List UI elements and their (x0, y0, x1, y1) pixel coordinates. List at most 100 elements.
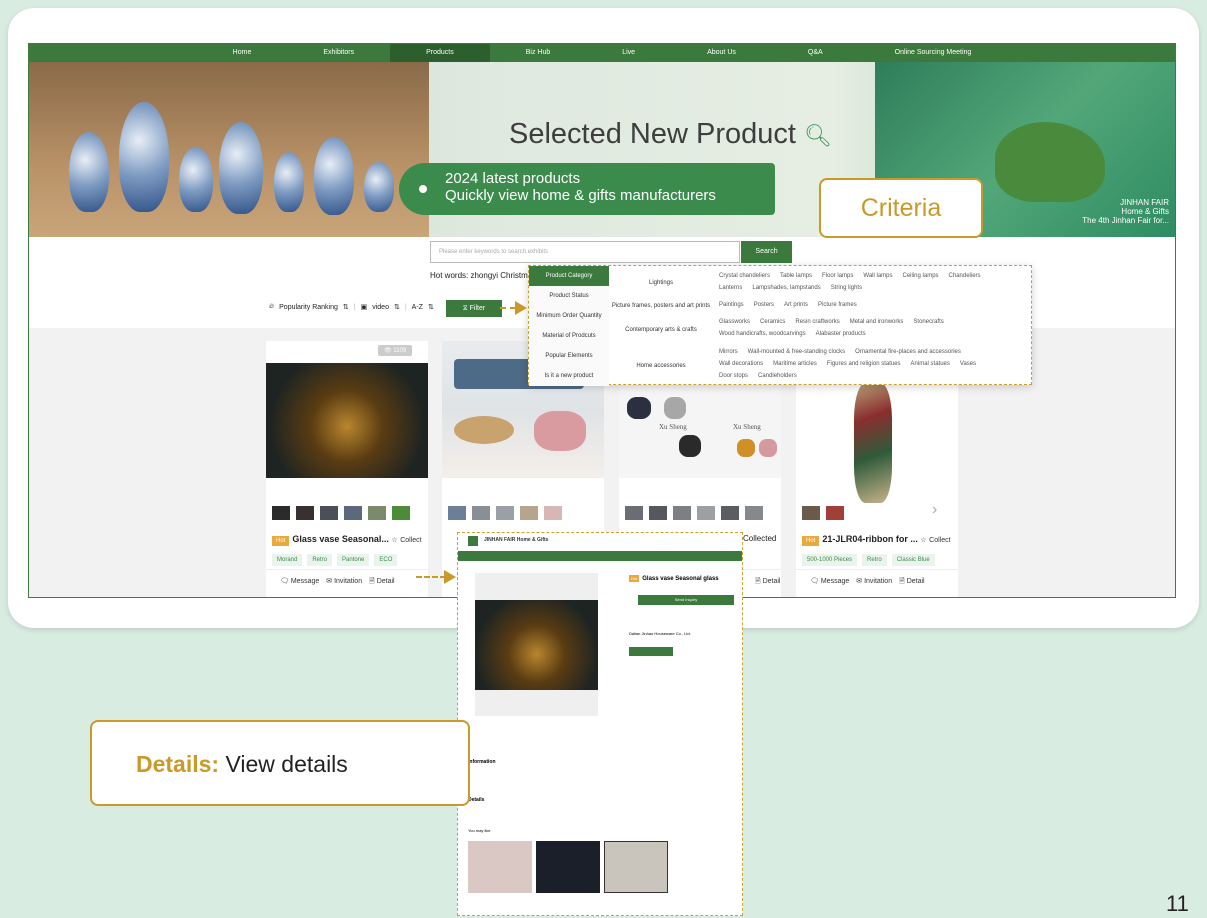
filter-option[interactable]: Alabaster products (816, 331, 866, 337)
chevron-right-icon[interactable]: › (932, 501, 937, 519)
filter-option[interactable]: Lampshades, lampstands (752, 285, 820, 291)
nav-products[interactable]: Products (390, 44, 490, 62)
detail-button[interactable]: 🗎︎ Detail (899, 577, 925, 593)
nav-live[interactable]: Live (586, 44, 671, 62)
collected-label[interactable]: Collected (743, 534, 776, 543)
filter-option[interactable]: Ceiling lamps (903, 273, 939, 279)
sort-video[interactable]: video (372, 304, 389, 311)
tag[interactable]: Classic Blue (891, 554, 935, 566)
tag[interactable]: Morand (272, 554, 303, 566)
recommend-card[interactable] (604, 841, 668, 893)
filter-option[interactable]: Glassworks (719, 319, 750, 325)
nav-exhibitors[interactable]: Exhibitors (287, 44, 390, 62)
thumbnail[interactable] (392, 506, 410, 520)
nav-about-us[interactable]: About Us (671, 44, 772, 62)
filter-option[interactable]: Lanterns (719, 285, 742, 291)
sort-az[interactable]: A-Z (412, 304, 423, 311)
detail-main-image[interactable] (475, 573, 598, 716)
send-inquiry-button[interactable]: Send Inquiry (638, 595, 734, 605)
nav-online-sourcing[interactable]: Online Sourcing Meeting (859, 44, 1008, 62)
thumbnail[interactable] (520, 506, 538, 520)
detail-company[interactable]: Dalian Jinhao Houseware Co., Ltd. (629, 631, 691, 636)
thumbnail[interactable] (472, 506, 490, 520)
filter-option[interactable]: Resin craftworks (795, 319, 839, 325)
product-title[interactable]: Hot 21-JLR04-ribbon for ... ☆ Collect (802, 534, 951, 546)
filter-option[interactable]: Figures and religion statues (827, 361, 901, 367)
thumbnail[interactable] (344, 506, 362, 520)
filter-min-order-quantity[interactable]: Minimum Order Quantity (529, 306, 609, 326)
invitation-button[interactable]: ✉ Invitation (856, 577, 892, 593)
filter-option[interactable]: Candleholders (758, 373, 797, 379)
filter-option[interactable]: Wall lamps (863, 273, 892, 279)
filter-option[interactable]: String lights (831, 285, 862, 291)
thumbnail[interactable] (496, 506, 514, 520)
filter-option[interactable]: Paintings (719, 302, 744, 308)
subcategory-lightings[interactable]: Lightings (609, 280, 713, 286)
thumbnail[interactable] (721, 506, 739, 520)
filter-option[interactable]: Chandeliers (949, 273, 981, 279)
filter-new-product[interactable]: Is it a new product (529, 366, 609, 386)
hot-words-list[interactable]: zhongyi Christm (470, 271, 527, 280)
recommend-card[interactable] (536, 841, 600, 893)
thumbnail[interactable] (697, 506, 715, 520)
nav-biz-hub[interactable]: Biz Hub (490, 44, 587, 62)
filter-option[interactable]: Stonecrafts (913, 319, 943, 325)
star-icon[interactable]: ☆ (920, 537, 926, 544)
thumbnail[interactable] (296, 506, 314, 520)
thumbnail[interactable] (368, 506, 386, 520)
collect-button[interactable]: Collect (929, 537, 950, 544)
thumbnail[interactable] (826, 506, 844, 520)
thumbnail[interactable] (802, 506, 820, 520)
message-button[interactable]: 🗨︎ Message (810, 577, 849, 593)
filter-option[interactable]: Wood handicrafts, woodcarvings (719, 331, 806, 337)
product-card[interactable]: 👁︎ 1109 Hot Glass vase Seasonal... ☆ Coll… (266, 341, 428, 597)
nav-qa[interactable]: Q&A (772, 44, 859, 62)
filter-button[interactable]: ⧖ Filter (446, 300, 502, 317)
tag[interactable]: Retro (307, 554, 333, 566)
subcategory-picture-frames[interactable]: Picture frames, posters and art prints (609, 303, 713, 309)
nav-home[interactable]: Home (197, 44, 288, 62)
filter-product-category[interactable]: Product Category (529, 266, 609, 286)
thumbnail[interactable] (544, 506, 562, 520)
filter-option[interactable]: Crystal chandeliers (719, 273, 770, 279)
filter-option[interactable]: Mirrors (719, 349, 738, 355)
filter-option[interactable]: Ornamental fire-places and accessories (855, 349, 961, 355)
product-image[interactable] (796, 383, 958, 506)
filter-option[interactable]: Picture frames (818, 302, 857, 308)
filter-material[interactable]: Material of Prodcuts (529, 326, 609, 346)
tag[interactable]: 500-1000 Pieces (802, 554, 858, 566)
filter-option[interactable]: Wall-mounted & free-standing clocks (748, 349, 846, 355)
filter-option[interactable]: Posters (754, 302, 774, 308)
product-image[interactable] (266, 363, 428, 478)
filter-option[interactable]: Door stops (719, 373, 748, 379)
search-input[interactable]: Please enter keywords to search exhibits (430, 241, 740, 263)
filter-product-status[interactable]: Product Status (529, 286, 609, 306)
detail-button[interactable]: 🗎︎ Detail (369, 577, 395, 593)
thumbnail[interactable] (673, 506, 691, 520)
filter-option[interactable]: Table lamps (780, 273, 812, 279)
filter-popular-elements[interactable]: Popular Elements (529, 346, 609, 366)
thumbnail[interactable] (649, 506, 667, 520)
filter-option[interactable]: Metal and ironworks (850, 319, 904, 325)
search-button[interactable]: Search (741, 241, 792, 263)
filter-option[interactable]: Animal statues (911, 361, 950, 367)
thumbnail[interactable] (272, 506, 290, 520)
sort-popularity[interactable]: Popularity Ranking (279, 304, 338, 311)
tag[interactable]: ECO (374, 554, 398, 566)
contact-button[interactable] (629, 647, 673, 656)
tag[interactable]: Retro (862, 554, 887, 566)
subcategory-contemporary-arts[interactable]: Contemporary arts & crafts (609, 327, 713, 333)
thumbnail[interactable] (448, 506, 466, 520)
thumbnail[interactable] (625, 506, 643, 520)
recommend-card[interactable] (468, 841, 532, 893)
filter-option[interactable]: Wall decorations (719, 361, 763, 367)
detail-button[interactable]: 🗎︎ Detail (755, 577, 781, 593)
collect-button[interactable]: Collect (400, 537, 421, 544)
subcategory-home-accessories[interactable]: Home accessories (609, 363, 713, 369)
filter-option[interactable]: Art prints (784, 302, 808, 308)
thumbnail[interactable] (745, 506, 763, 520)
filter-option[interactable]: Ceramics (760, 319, 785, 325)
tag[interactable]: Pantone (337, 554, 370, 566)
thumbnail[interactable] (320, 506, 338, 520)
filter-option[interactable]: Vases (960, 361, 976, 367)
